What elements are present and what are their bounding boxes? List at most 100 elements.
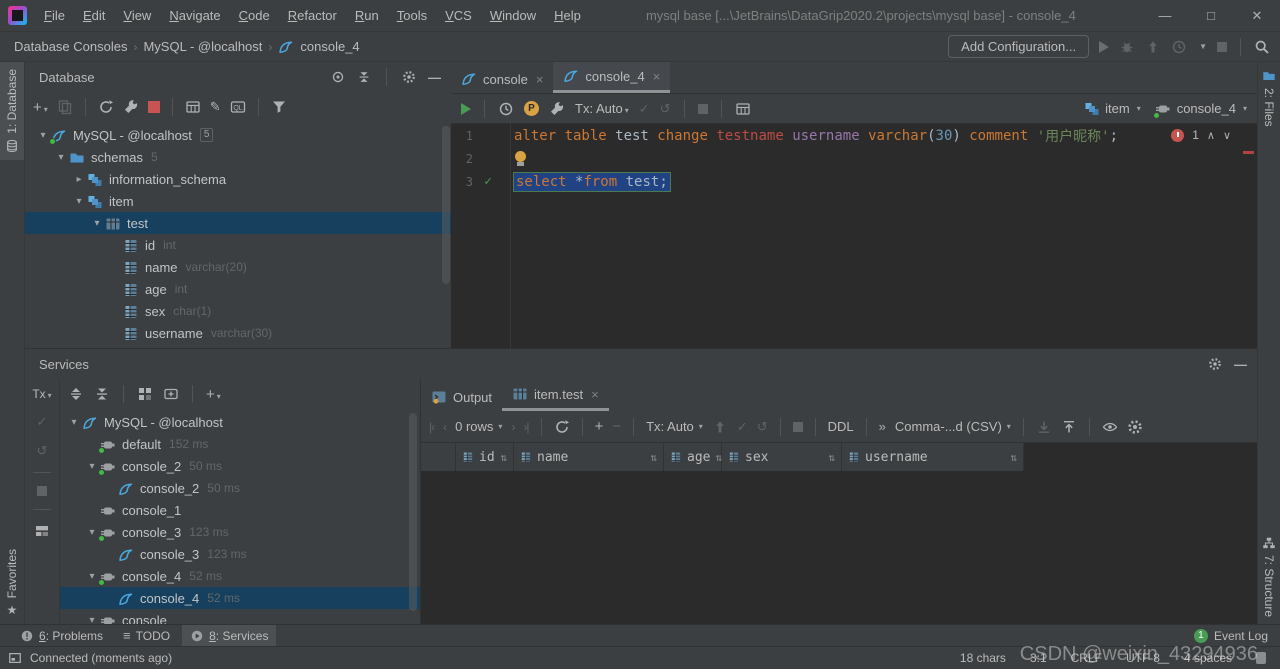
rollback-icon[interactable]: ↺	[37, 443, 48, 459]
export-format-select[interactable]: Comma-...d (CSV) ▾	[895, 419, 1011, 434]
intention-bulb-icon[interactable]	[514, 150, 527, 167]
close-icon[interactable]: ✕	[1234, 0, 1280, 32]
chevron-down-icon[interactable]: ▼	[1199, 42, 1207, 51]
gear-icon[interactable]	[402, 70, 416, 84]
view-options-icon[interactable]	[735, 101, 751, 117]
schema-selector[interactable]: item ▾	[1084, 101, 1141, 117]
data-source-properties-icon[interactable]	[123, 99, 139, 115]
sort-icon[interactable]: ⇅	[1010, 451, 1017, 464]
scrollbar[interactable]	[442, 126, 450, 284]
add-row-icon[interactable]: +	[595, 418, 604, 435]
minimize-icon[interactable]: —	[1142, 0, 1188, 32]
grid-empty-area[interactable]	[421, 471, 1257, 624]
column-header-name[interactable]: name ⇅	[514, 443, 664, 471]
close-icon[interactable]: ×	[591, 387, 599, 402]
menu-help[interactable]: Help	[545, 4, 590, 27]
chevron-down-icon[interactable]: ▾	[89, 218, 105, 229]
editor-tab-console-4[interactable]: console_4 ×	[553, 62, 671, 93]
view-options-eye-icon[interactable]	[1102, 419, 1118, 435]
menu-view[interactable]: View	[114, 4, 160, 27]
chevron-down-icon[interactable]: ▾	[84, 615, 100, 625]
open-in-new-tab-icon[interactable]	[163, 386, 179, 402]
code-line-3[interactable]: select *from test;	[514, 170, 1237, 193]
tree-item-console-3[interactable]: ▾ console_3 123 ms	[60, 521, 420, 543]
menu-window[interactable]: Window	[481, 4, 545, 27]
menu-vcs[interactable]: VCS	[436, 4, 481, 27]
commit-icon[interactable]: ✓	[37, 414, 48, 430]
status-crlf[interactable]: CRLF	[1071, 651, 1102, 665]
result-tab-item-test[interactable]: item.test ×	[502, 380, 609, 411]
next-error-icon[interactable]: ∨	[1223, 129, 1231, 142]
group-by-icon[interactable]	[137, 386, 153, 402]
commit-icon[interactable]: ✓	[639, 101, 650, 117]
stop-icon[interactable]	[37, 486, 47, 496]
menu-refactor[interactable]: Refactor	[279, 4, 346, 27]
tree-item-age[interactable]: age int	[25, 278, 451, 300]
jump-to-console-icon[interactable]	[230, 99, 246, 115]
indent-lock-icon[interactable]	[1256, 652, 1266, 664]
rollback-icon[interactable]: ↺	[660, 101, 671, 117]
gear-icon[interactable]	[1127, 419, 1143, 435]
menu-edit[interactable]: Edit	[74, 4, 114, 27]
delete-row-icon[interactable]: −	[612, 418, 621, 435]
tree-item-console-3[interactable]: console_3 123 ms	[60, 543, 420, 565]
layout-icon[interactable]	[34, 523, 50, 539]
toolwindow-button-8-services[interactable]: 8: Services	[182, 624, 277, 647]
chevron-down-icon[interactable]: ▾	[53, 152, 69, 163]
menu-file[interactable]: File	[35, 4, 74, 27]
structure-stripe-tab[interactable]: 7: Structure	[1262, 529, 1276, 624]
last-page-icon[interactable]: ›|	[523, 420, 529, 434]
breadcrumb-item-mysql-localhost[interactable]: MySQL - @localhost	[143, 39, 262, 54]
hide-panel-icon[interactable]: —	[428, 70, 441, 85]
column-header-username[interactable]: username ⇅	[842, 443, 1024, 471]
column-header-sex[interactable]: sex ⇅	[722, 443, 842, 471]
menu-navigate[interactable]: Navigate	[160, 4, 229, 27]
more-actions-icon[interactable]: »	[879, 419, 886, 434]
tree-item-item[interactable]: ▾ item	[25, 190, 451, 212]
stop-icon[interactable]	[697, 103, 708, 114]
settings-wrench-icon[interactable]	[549, 101, 565, 117]
debug-icon[interactable]	[1119, 39, 1135, 55]
collapse-all-icon[interactable]	[357, 70, 371, 84]
tx-mode-select[interactable]: Tx: Auto ▾	[646, 419, 703, 434]
tree-item-mysql-localhost[interactable]: ▾ MySQL - @localhost 5	[25, 124, 451, 146]
chevron-down-icon[interactable]: ▾	[66, 417, 82, 428]
database-stripe-tab[interactable]: 1: Database	[0, 62, 24, 160]
tree-item-username[interactable]: username varchar(30)	[25, 322, 451, 344]
close-icon[interactable]: ×	[536, 72, 544, 87]
tree-item-mysql-localhost[interactable]: ▾ MySQL - @localhost	[60, 411, 420, 433]
result-tab-output[interactable]: Output	[421, 383, 502, 411]
tx-select[interactable]: Tx ▾	[32, 387, 51, 401]
commit-icon[interactable]: ✓	[737, 419, 748, 435]
add-service-icon[interactable]: + ▾	[206, 386, 221, 403]
tool-window-toggle-icon[interactable]	[8, 651, 22, 665]
edit-icon[interactable]: ✎	[210, 99, 221, 115]
close-icon[interactable]: ×	[653, 69, 661, 84]
coverage-icon[interactable]	[1145, 39, 1161, 55]
code-line-1[interactable]: alter table test change testname usernam…	[514, 124, 1237, 147]
tree-item-default[interactable]: default 152 ms	[60, 433, 420, 455]
run-icon[interactable]	[1099, 40, 1110, 53]
sort-icon[interactable]: ⇅	[500, 451, 507, 464]
tree-item-test[interactable]: ▾ test	[25, 212, 451, 234]
event-log[interactable]: 1 Event Log	[1193, 628, 1268, 643]
collapse-all-icon[interactable]	[94, 386, 110, 402]
tree-item-console-1[interactable]: console_1	[60, 499, 420, 521]
duplicate-icon[interactable]	[57, 99, 73, 115]
upload-icon[interactable]	[1061, 419, 1077, 435]
tx-mode-select[interactable]: Tx: Auto ▾	[575, 101, 629, 116]
session-selector[interactable]: console_4 ▾	[1152, 101, 1247, 119]
stop-icon[interactable]	[792, 421, 803, 432]
hide-panel-icon[interactable]: —	[1234, 357, 1247, 372]
expand-all-icon[interactable]	[68, 386, 84, 402]
menu-tools[interactable]: Tools	[388, 4, 436, 27]
menu-code[interactable]: Code	[230, 4, 279, 27]
scroll-to-source-icon[interactable]	[331, 70, 345, 84]
add-icon[interactable]: + ▾	[33, 99, 48, 116]
code-editor[interactable]: 1 2 3 ✓ alter table test change testname us…	[451, 124, 1257, 348]
status-18-chars[interactable]: 18 chars	[960, 651, 1006, 665]
sort-icon[interactable]: ⇅	[828, 451, 835, 464]
tree-item-console-2[interactable]: console_2 50 ms	[60, 477, 420, 499]
history-icon[interactable]	[498, 101, 514, 117]
sort-icon[interactable]: ⇅	[650, 451, 657, 464]
